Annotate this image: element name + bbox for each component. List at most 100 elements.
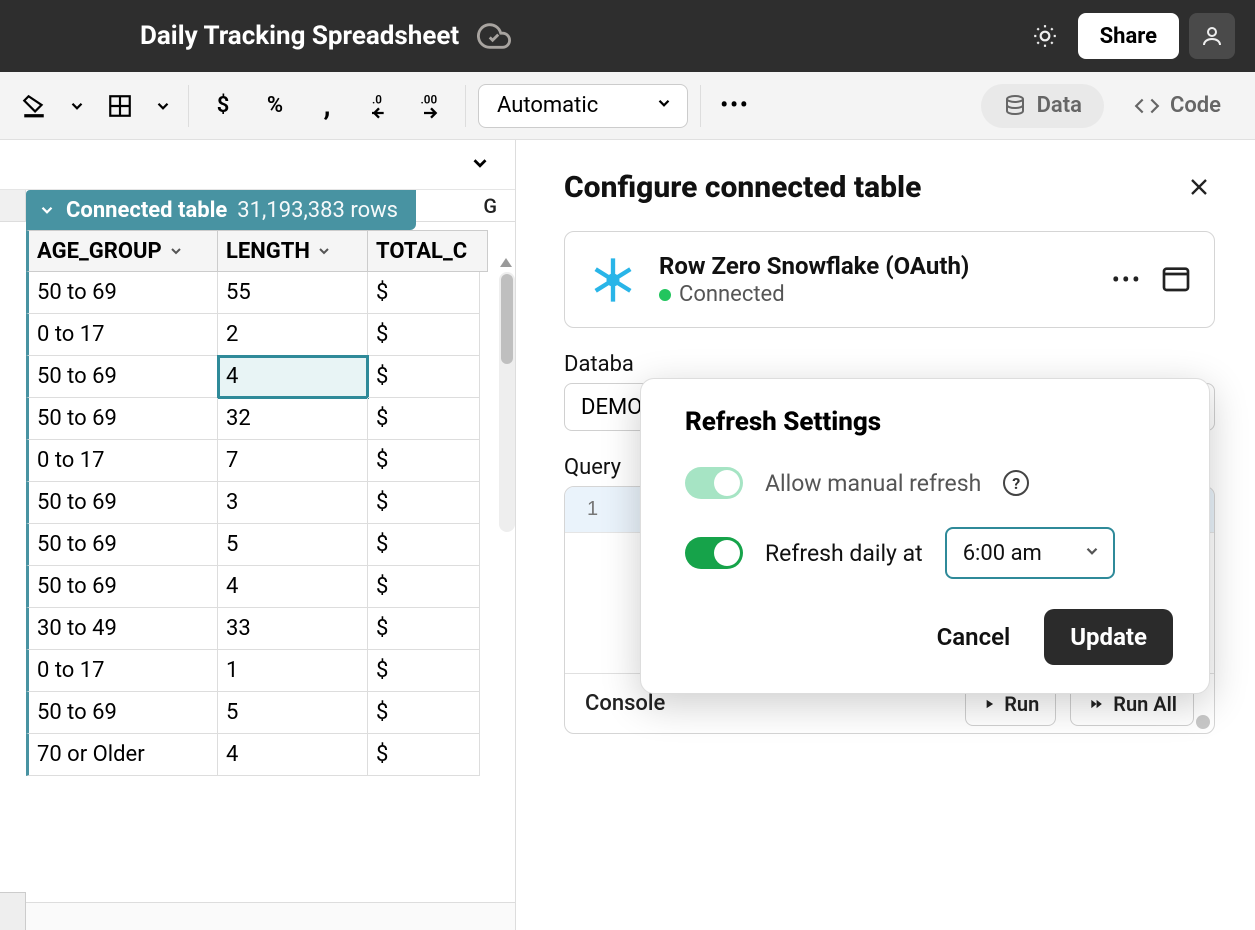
fill-color-icon[interactable] <box>12 84 56 128</box>
console-label[interactable]: Console <box>585 691 951 716</box>
document-title[interactable]: Daily Tracking Spreadsheet <box>140 21 459 51</box>
table-row[interactable]: 30 to 4933$ <box>26 608 499 650</box>
decrease-decimal-button[interactable]: .0 <box>357 84 401 128</box>
vertical-scrollbar[interactable] <box>499 272 515 532</box>
sheet-footer <box>0 902 515 930</box>
resize-handle-icon[interactable] <box>1196 715 1210 729</box>
cell-age[interactable]: 50 to 69 <box>26 692 218 734</box>
daily-refresh-row: Refresh daily at 6:00 am <box>685 527 1173 579</box>
table-row[interactable]: 50 to 694$ <box>26 566 499 608</box>
code-tab[interactable]: Code <box>1112 84 1243 128</box>
cell-total[interactable]: $ <box>368 440 480 482</box>
table-row[interactable]: 50 to 6955$ <box>26 272 499 314</box>
column-header-age-group[interactable]: AGE_GROUP <box>26 230 218 272</box>
cell-length[interactable]: 5 <box>218 692 368 734</box>
cell-total[interactable]: $ <box>368 608 480 650</box>
cell-length[interactable]: 7 <box>218 440 368 482</box>
cell-total[interactable]: $ <box>368 692 480 734</box>
comma-format-button[interactable]: , <box>305 84 349 128</box>
table-row[interactable]: 0 to 171$ <box>26 650 499 692</box>
table-row[interactable]: 70 or Older4$ <box>26 734 499 776</box>
number-format-select[interactable]: Automatic <box>478 84 688 128</box>
cell-total[interactable]: $ <box>368 650 480 692</box>
table-row[interactable]: 50 to 694$ <box>26 356 499 398</box>
borders-dropdown[interactable] <box>150 84 176 128</box>
data-tab[interactable]: Data <box>981 84 1104 128</box>
scroll-up-icon[interactable] <box>500 258 512 267</box>
table-row[interactable]: 0 to 172$ <box>26 314 499 356</box>
cell-total[interactable]: $ <box>368 566 480 608</box>
cell-length[interactable]: 2 <box>218 314 368 356</box>
user-avatar-icon[interactable] <box>1189 13 1235 59</box>
refresh-time-select[interactable]: 6:00 am <box>945 527 1115 579</box>
cell-length[interactable]: 33 <box>218 608 368 650</box>
share-button[interactable]: Share <box>1078 13 1179 59</box>
database-label: Databa <box>564 352 1215 377</box>
cell-age[interactable]: 50 to 69 <box>26 524 218 566</box>
cell-age[interactable]: 50 to 69 <box>26 272 218 314</box>
connected-table-badge[interactable]: Connected table 31,193,383 rows <box>26 190 416 230</box>
column-header-total[interactable]: TOTAL_C <box>368 230 488 272</box>
cell-length[interactable]: 55 <box>218 272 368 314</box>
cell-age[interactable]: 50 to 69 <box>26 398 218 440</box>
currency-format-button[interactable]: $ <box>201 84 245 128</box>
daily-refresh-toggle[interactable] <box>685 537 743 569</box>
borders-icon[interactable] <box>98 84 142 128</box>
column-header-g[interactable]: G <box>483 194 497 218</box>
sheet-tab[interactable] <box>0 892 26 930</box>
table-row[interactable]: 0 to 177$ <box>26 440 499 482</box>
cell-age[interactable]: 30 to 49 <box>26 608 218 650</box>
connected-table-label: Connected table <box>66 198 227 223</box>
snowflake-icon <box>587 254 639 306</box>
column-header-length[interactable]: LENGTH <box>218 230 368 272</box>
spreadsheet-pane: G Connected table 31,193,383 rows AGE_GR… <box>0 140 516 930</box>
panel-title: Configure connected table <box>564 170 921 205</box>
manual-refresh-row: Allow manual refresh ? <box>685 467 1173 499</box>
update-button[interactable]: Update <box>1044 609 1173 665</box>
cell-total[interactable]: $ <box>368 398 480 440</box>
cell-total[interactable]: $ <box>368 734 480 776</box>
cancel-button[interactable]: Cancel <box>937 623 1011 651</box>
refresh-settings-popup: Refresh Settings Allow manual refresh ? … <box>640 378 1210 694</box>
cell-length[interactable]: 3 <box>218 482 368 524</box>
table-row[interactable]: 50 to 695$ <box>26 692 499 734</box>
connection-more-icon[interactable]: ••• <box>1112 266 1142 294</box>
cell-length[interactable]: 4 <box>218 734 368 776</box>
cell-total[interactable]: $ <box>368 524 480 566</box>
cell-total[interactable]: $ <box>368 272 480 314</box>
cell-length[interactable]: 32 <box>218 398 368 440</box>
cell-age[interactable]: 50 to 69 <box>26 566 218 608</box>
chevron-down-icon <box>1083 541 1101 566</box>
cell-age[interactable]: 0 to 17 <box>26 314 218 356</box>
table-row[interactable]: 50 to 695$ <box>26 524 499 566</box>
table-row[interactable]: 50 to 6932$ <box>26 398 499 440</box>
cell-age[interactable]: 50 to 69 <box>26 356 218 398</box>
manual-refresh-toggle[interactable] <box>685 467 743 499</box>
cell-total[interactable]: $ <box>368 356 480 398</box>
cell-total[interactable]: $ <box>368 482 480 524</box>
help-icon[interactable]: ? <box>1003 470 1029 496</box>
table-row[interactable]: 50 to 693$ <box>26 482 499 524</box>
formula-bar[interactable] <box>0 140 515 190</box>
cell-age[interactable]: 50 to 69 <box>26 482 218 524</box>
close-icon[interactable] <box>1185 173 1215 203</box>
connection-status: Connected <box>659 282 1092 307</box>
fill-color-dropdown[interactable] <box>64 84 90 128</box>
select-all-corner[interactable] <box>0 190 26 221</box>
connection-card: Row Zero Snowflake (OAuth) Connected ••• <box>564 231 1215 328</box>
chevron-down-icon[interactable] <box>469 152 491 178</box>
cell-length[interactable]: 4 <box>218 566 368 608</box>
cell-age[interactable]: 70 or Older <box>26 734 218 776</box>
cell-length[interactable]: 5 <box>218 524 368 566</box>
schedule-icon[interactable] <box>1160 262 1192 298</box>
cell-length[interactable]: 4 <box>218 356 368 398</box>
cloud-save-icon[interactable] <box>477 19 511 53</box>
cell-age[interactable]: 0 to 17 <box>26 440 218 482</box>
increase-decimal-button[interactable]: .00 <box>409 84 453 128</box>
tips-icon[interactable] <box>1022 13 1068 59</box>
more-options-icon[interactable]: ••• <box>713 84 757 128</box>
cell-total[interactable]: $ <box>368 314 480 356</box>
percent-format-button[interactable]: % <box>253 84 297 128</box>
cell-age[interactable]: 0 to 17 <box>26 650 218 692</box>
cell-length[interactable]: 1 <box>218 650 368 692</box>
